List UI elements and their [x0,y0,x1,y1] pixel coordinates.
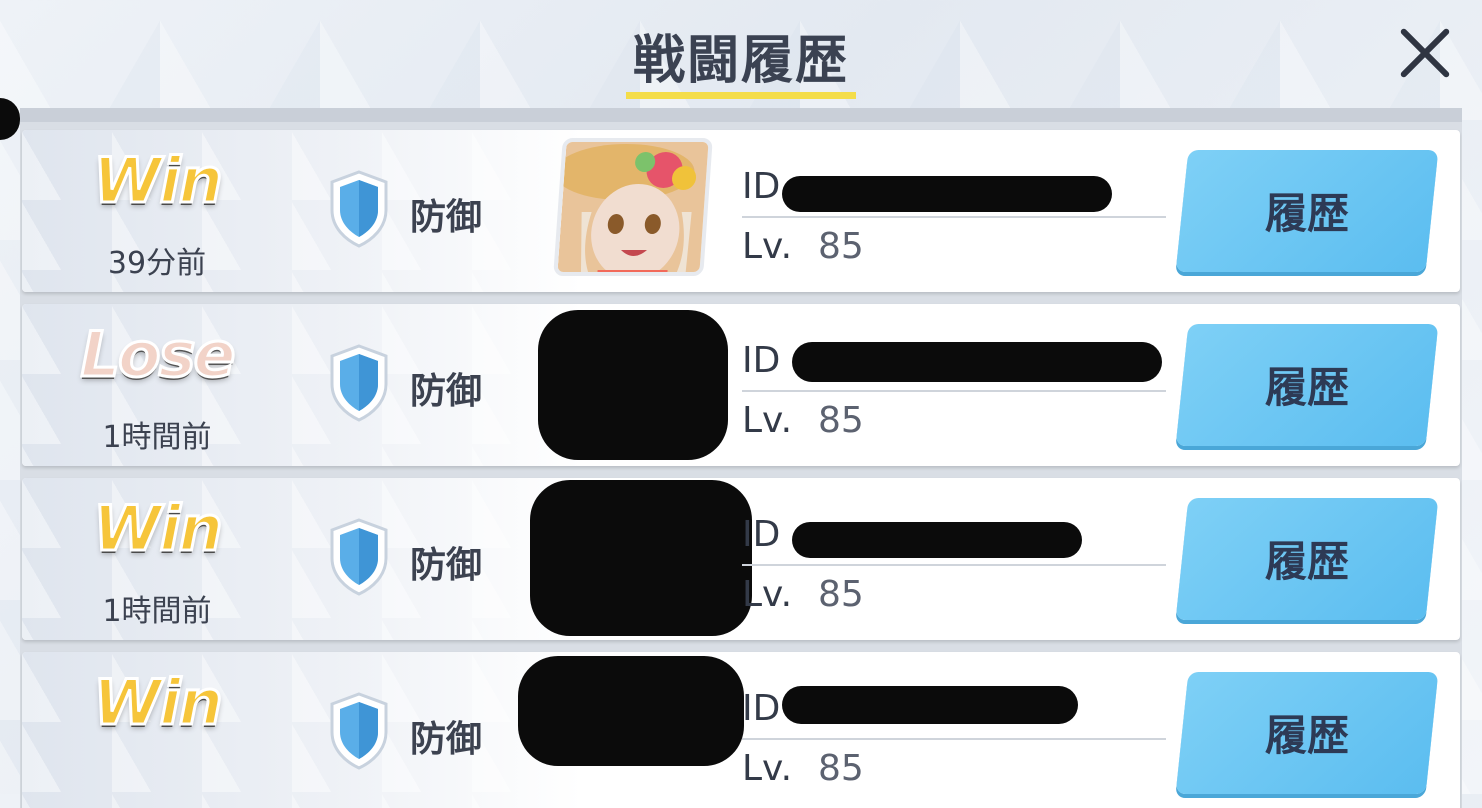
time-ago: 1時間前 [102,420,212,455]
history-button[interactable]: 履歴 [1175,498,1439,620]
redacted-avatar [518,656,744,766]
redacted-avatar [530,480,752,636]
shield-icon [330,518,388,596]
mode-label: 防御 [410,371,483,412]
opponent-id-label: ID [742,688,781,729]
level-label: Lv. [742,226,793,267]
result-label: Lose [79,317,237,393]
list-item: Lose 1時間前 防御 ID Lv. 85 履歴 [22,304,1460,466]
shield-icon [330,344,388,422]
redacted-id [782,686,1078,724]
shield-icon [330,692,388,770]
result-label: Win [92,491,225,567]
divider [742,738,1166,740]
divider [742,216,1166,218]
battle-history-list[interactable]: Win 39分前 防御 ID Lv. 85 履歴 Lose 1時間前 防御 ID… [20,108,1462,808]
list-item: Win 1時間前 防御 ID Lv. 85 履歴 [22,478,1460,640]
opponent-id-label: ID [742,514,781,555]
opponent-avatar [553,138,713,276]
history-button-label: 履歴 [1265,363,1350,412]
divider [742,390,1166,392]
history-button-label: 履歴 [1265,189,1350,238]
redacted-id [792,522,1082,558]
level-label: Lv. [742,748,793,789]
list-item: Win 39分前 防御 ID Lv. 85 履歴 [22,130,1460,292]
opponent-id-label: ID [742,340,781,381]
header: 戦闘履歴 [0,0,1482,110]
mode-label: 防御 [410,545,483,586]
redacted-avatar [538,310,728,460]
redacted-id [782,176,1112,212]
level-value: 85 [818,226,864,267]
level-value: 85 [818,574,864,615]
history-button[interactable]: 履歴 [1175,324,1439,446]
time-ago: 1時間前 [102,594,212,629]
mode-label: 防御 [410,719,483,760]
level-value: 85 [818,748,864,789]
list-item: Win 防御 ID Lv. 85 履歴 [22,652,1460,808]
level-label: Lv. [742,574,793,615]
history-button-label: 履歴 [1265,711,1350,760]
level-value: 85 [818,400,864,441]
opponent-id-label: ID [742,166,781,207]
result-label: Win [92,665,225,741]
result-label: Win [92,143,225,219]
mode-label: 防御 [410,197,483,238]
history-button[interactable]: 履歴 [1175,150,1439,272]
redacted-id [792,342,1162,382]
title-underline [626,92,856,99]
page-title: 戦闘履歴 [632,31,849,91]
history-button[interactable]: 履歴 [1175,672,1439,794]
shield-icon [330,170,388,248]
time-ago: 39分前 [107,246,207,281]
history-button-label: 履歴 [1265,537,1350,586]
divider [742,564,1166,566]
close-icon[interactable] [1396,24,1454,82]
level-label: Lv. [742,400,793,441]
